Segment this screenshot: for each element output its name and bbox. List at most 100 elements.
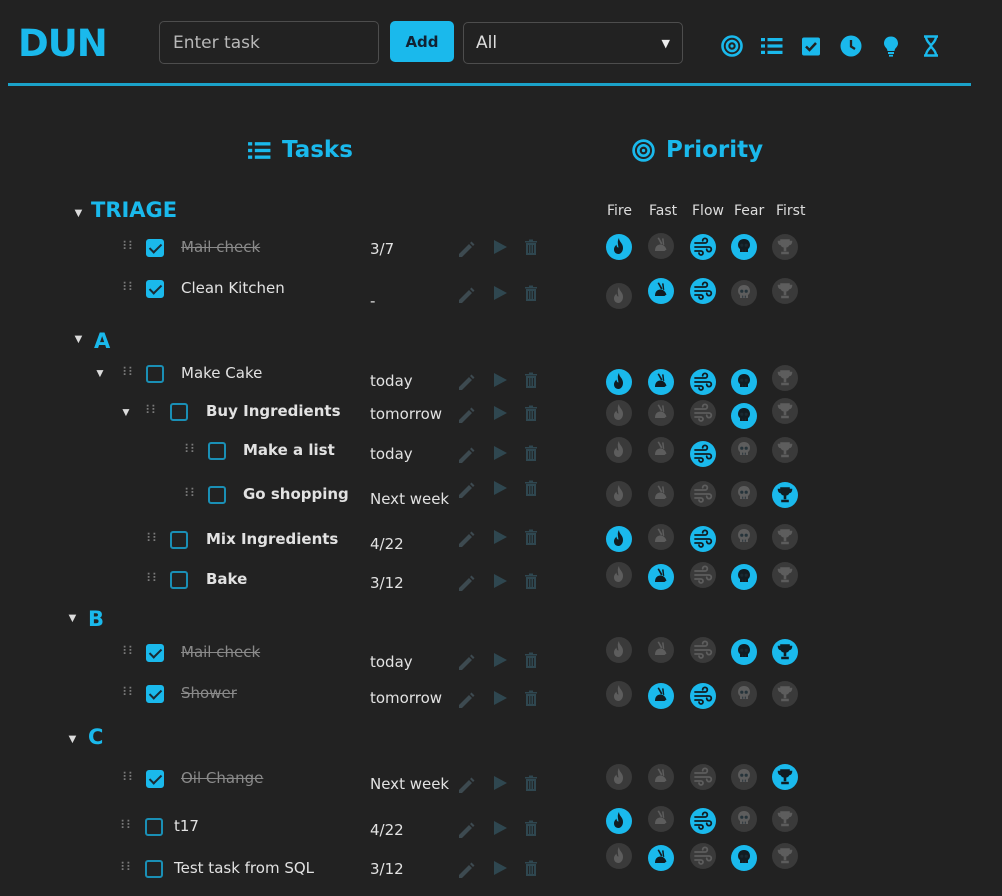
priority-fire-toggle[interactable] [606,369,632,395]
task-name[interactable]: t17 [174,817,199,835]
priority-flow-toggle[interactable] [690,843,716,869]
priority-fire-toggle[interactable] [606,764,632,790]
priority-flow-toggle[interactable] [690,808,716,834]
trash-icon[interactable] [521,571,541,591]
play-icon[interactable] [489,443,509,463]
task-checkbox[interactable] [208,486,226,504]
priority-fear-toggle[interactable] [731,639,757,665]
priority-first-toggle[interactable] [772,764,798,790]
priority-flow-toggle[interactable] [690,562,716,588]
trash-icon[interactable] [521,773,541,793]
task-checkbox[interactable] [145,818,163,836]
collapse-triangle-icon[interactable]: ▼ [66,610,79,625]
edit-pencil-icon[interactable] [456,688,476,708]
task-name[interactable]: Go shopping [243,485,349,503]
task-checkbox[interactable] [146,770,164,788]
priority-fast-toggle[interactable] [648,233,674,259]
task-checkbox[interactable] [146,365,164,383]
priority-flow-toggle[interactable] [690,400,716,426]
priority-fear-toggle[interactable] [731,280,757,306]
drag-handle-icon[interactable]: ⠇⠇ [146,572,160,584]
task-checkbox[interactable] [208,442,226,460]
check-square-icon[interactable] [799,34,823,58]
edit-pencil-icon[interactable] [456,403,476,423]
priority-fire-toggle[interactable] [606,808,632,834]
edit-pencil-icon[interactable] [456,478,476,498]
priority-fire-toggle[interactable] [606,843,632,869]
task-name[interactable]: Clean Kitchen [181,279,285,297]
clock-icon[interactable] [839,34,863,58]
priority-flow-toggle[interactable] [690,369,716,395]
task-name[interactable]: Mix Ingredients [206,530,338,548]
priority-fast-toggle[interactable] [648,481,674,507]
priority-fast-toggle[interactable] [648,524,674,550]
edit-pencil-icon[interactable] [456,650,476,670]
trash-icon[interactable] [521,403,541,423]
list-icon[interactable] [760,34,784,58]
priority-flow-toggle[interactable] [690,683,716,709]
trash-icon[interactable] [521,650,541,670]
target-icon[interactable] [720,34,744,58]
priority-flow-toggle[interactable] [690,764,716,790]
collapse-triangle-icon[interactable]: ▼ [72,331,85,346]
edit-pencil-icon[interactable] [456,370,476,390]
priority-first-toggle[interactable] [772,398,798,424]
play-icon[interactable] [489,237,509,257]
priority-fear-toggle[interactable] [731,403,757,429]
drag-handle-icon[interactable]: ⠇⠇ [120,861,134,873]
hourglass-icon[interactable] [919,34,943,58]
priority-fire-toggle[interactable] [606,526,632,552]
priority-flow-toggle[interactable] [690,278,716,304]
task-checkbox[interactable] [146,280,164,298]
trash-icon[interactable] [521,443,541,463]
task-name[interactable]: Mail check [181,643,260,661]
priority-first-toggle[interactable] [772,524,798,550]
drag-handle-icon[interactable]: ⠇⠇ [122,366,136,378]
task-name[interactable]: Mail check [181,238,260,256]
trash-icon[interactable] [521,858,541,878]
priority-fire-toggle[interactable] [606,283,632,309]
priority-fast-toggle[interactable] [648,369,674,395]
priority-flow-toggle[interactable] [690,637,716,663]
priority-first-toggle[interactable] [772,562,798,588]
priority-fear-toggle[interactable] [731,369,757,395]
collapse-triangle-icon[interactable]: ▼ [66,731,79,746]
trash-icon[interactable] [521,370,541,390]
edit-pencil-icon[interactable] [456,237,476,257]
priority-fear-toggle[interactable] [731,481,757,507]
task-input[interactable] [159,21,379,64]
priority-fire-toggle[interactable] [606,681,632,707]
priority-fire-toggle[interactable] [606,234,632,260]
edit-pencil-icon[interactable] [456,527,476,547]
trash-icon[interactable] [521,688,541,708]
priority-fast-toggle[interactable] [648,845,674,871]
priority-flow-toggle[interactable] [690,441,716,467]
play-icon[interactable] [489,773,509,793]
add-button[interactable]: Add [390,21,454,62]
play-icon[interactable] [489,283,509,303]
edit-pencil-icon[interactable] [456,773,476,793]
task-name[interactable]: Make Cake [181,364,262,382]
trash-icon[interactable] [521,283,541,303]
play-icon[interactable] [489,370,509,390]
priority-fear-toggle[interactable] [731,806,757,832]
drag-handle-icon[interactable]: ⠇⠇ [122,645,136,657]
priority-flow-toggle[interactable] [690,481,716,507]
priority-fire-toggle[interactable] [606,437,632,463]
priority-fear-toggle[interactable] [731,681,757,707]
edit-pencil-icon[interactable] [456,818,476,838]
priority-flow-toggle[interactable] [690,526,716,552]
priority-fast-toggle[interactable] [648,564,674,590]
play-icon[interactable] [489,650,509,670]
priority-fear-toggle[interactable] [731,524,757,550]
priority-fast-toggle[interactable] [648,437,674,463]
play-icon[interactable] [489,403,509,423]
priority-first-toggle[interactable] [772,365,798,391]
task-checkbox[interactable] [170,531,188,549]
priority-fire-toggle[interactable] [606,400,632,426]
play-icon[interactable] [489,688,509,708]
priority-fear-toggle[interactable] [731,564,757,590]
task-checkbox[interactable] [170,571,188,589]
task-checkbox[interactable] [146,644,164,662]
task-checkbox[interactable] [170,403,188,421]
